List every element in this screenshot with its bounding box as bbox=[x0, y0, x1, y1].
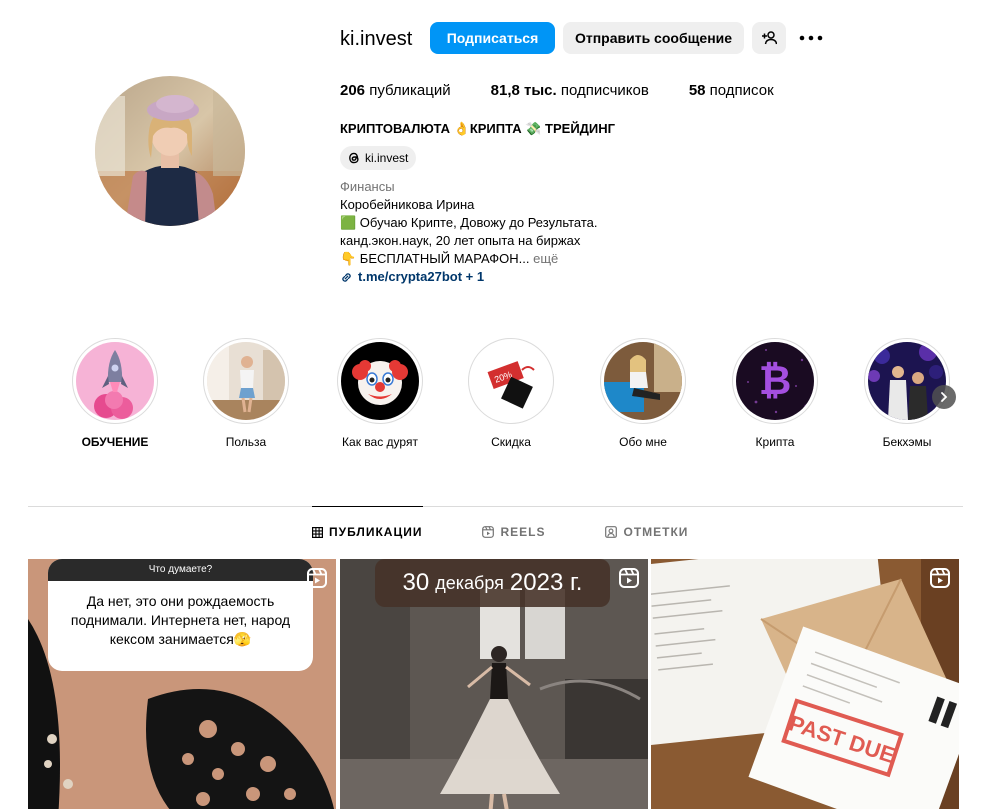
highlight-item[interactable]: Обо мне bbox=[600, 338, 686, 449]
highlight-cover: ₿ bbox=[732, 338, 818, 424]
question-sticker-answer: Да нет, это они рождаемость поднимали. И… bbox=[70, 593, 291, 647]
add-person-icon bbox=[762, 31, 777, 45]
profile-stats: 206 публикаций 81,8 тыс. подписчиков 58 … bbox=[340, 82, 814, 99]
highlight-item[interactable]: 20% Скидка bbox=[468, 338, 554, 449]
highlight-label: Бекхэмы bbox=[882, 435, 932, 449]
highlight-label: Скидка bbox=[491, 435, 531, 449]
highlight-cover bbox=[600, 338, 686, 424]
grid-icon bbox=[312, 526, 323, 538]
highlight-cover bbox=[337, 338, 423, 424]
bio-title: КРИПТОВАЛЮТА 👌КРИПТА 💸 ТРЕЙДИНГ bbox=[340, 121, 616, 136]
chevron-right-icon bbox=[941, 392, 948, 402]
more-options-button[interactable] bbox=[797, 26, 825, 50]
followers-count[interactable]: 81,8 тыс. подписчиков bbox=[491, 82, 649, 99]
post-3-image: PAST DUE bbox=[651, 559, 959, 809]
more-dots-icon bbox=[799, 35, 823, 41]
date-year: 2023 г. bbox=[509, 569, 583, 596]
question-sticker: Что думаете? Да нет, это они рождаемость… bbox=[48, 559, 313, 671]
tab-reels-label: REELS bbox=[500, 525, 546, 539]
bio-name: Коробейникова Ирина bbox=[340, 197, 475, 212]
bio-category: Финансы bbox=[340, 179, 395, 194]
highlight-label: Крипта bbox=[755, 435, 795, 449]
following-count[interactable]: 58 подписок bbox=[689, 82, 774, 99]
bio-link-text: t.me/crypta27bot bbox=[358, 269, 463, 284]
posts-count: 206 публикаций bbox=[340, 82, 451, 99]
woman-yoga-icon bbox=[207, 342, 285, 420]
threads-icon bbox=[349, 152, 359, 164]
highlight-label: Как вас дурят bbox=[342, 435, 418, 449]
highlight-label: Польза bbox=[225, 435, 267, 449]
bio-line-3-text: 👇 БЕСПЛАТНЫЙ МАРАФОН... bbox=[340, 251, 530, 266]
highlight-item[interactable]: Как вас дурят bbox=[337, 338, 423, 449]
woman-sofa-icon bbox=[604, 342, 682, 420]
posts-count-label: публикаций bbox=[369, 82, 451, 99]
sale-tags-icon: 20% bbox=[472, 342, 550, 420]
date-month: декабря bbox=[435, 572, 504, 593]
svg-text:₿: ₿ bbox=[759, 359, 792, 403]
tab-tagged[interactable]: ОТМЕТКИ bbox=[605, 525, 688, 539]
threads-badge[interactable]: ki.invest bbox=[340, 146, 417, 170]
highlight-cover: 20% bbox=[468, 338, 554, 424]
threads-handle: ki.invest bbox=[365, 151, 409, 165]
date-day: 30 bbox=[402, 569, 430, 596]
reel-badge-icon bbox=[618, 567, 640, 589]
link-icon bbox=[342, 272, 351, 282]
tabs-divider bbox=[28, 506, 963, 507]
bio-line-2: канд.экон.наук, 20 лет опыта на биржах bbox=[340, 233, 581, 248]
follow-button[interactable]: Подписаться bbox=[430, 22, 555, 54]
send-message-button[interactable]: Отправить сообщение bbox=[563, 22, 744, 54]
reel-badge-icon bbox=[929, 567, 951, 589]
followers-count-label: подписчиков bbox=[560, 82, 649, 99]
question-sticker-title: Что думаете? bbox=[48, 559, 313, 581]
highlight-cover bbox=[864, 338, 950, 424]
profile-username: ki.invest bbox=[340, 28, 413, 50]
following-count-value: 58 bbox=[688, 82, 706, 99]
highlight-item[interactable]: ₿ Крипта bbox=[732, 338, 818, 449]
bio-more-link[interactable]: ещё bbox=[533, 251, 558, 266]
bio-link-extra: + 1 bbox=[465, 269, 485, 284]
highlight-cover bbox=[203, 338, 289, 424]
post-thumbnail[interactable]: Что думаете? Да нет, это они рождаемость… bbox=[28, 559, 336, 809]
bio-line-3: 👇 БЕСПЛАТНЫЙ МАРАФОН... ещё bbox=[340, 250, 660, 268]
highlight-label: ОБУЧЕНИЕ bbox=[81, 435, 149, 449]
reel-badge-icon bbox=[306, 567, 328, 589]
profile-avatar[interactable] bbox=[95, 76, 245, 226]
date-sticker: 30 декабря 2023 г. bbox=[375, 559, 610, 607]
tagged-icon bbox=[605, 526, 618, 538]
clown-face-icon bbox=[341, 342, 419, 420]
post-thumbnail[interactable]: 30 декабря 2023 г. bbox=[340, 559, 648, 809]
tab-posts[interactable]: ПУБЛИКАЦИИ bbox=[312, 525, 422, 539]
highlight-item[interactable]: ОБУЧЕНИЕ bbox=[72, 338, 158, 449]
posts-count-value: 206 bbox=[340, 82, 366, 99]
highlight-cover bbox=[72, 338, 158, 424]
party-couple-icon bbox=[868, 342, 946, 420]
tab-tagged-label: ОТМЕТКИ bbox=[623, 525, 689, 539]
highlight-label: Обо мне bbox=[619, 435, 667, 449]
followers-count-value: 81,8 тыс. bbox=[490, 82, 557, 99]
bio-line-1: 🟩 Обучаю Крипте, Довожу до Результата. bbox=[340, 215, 598, 230]
suggested-accounts-button[interactable] bbox=[752, 22, 786, 54]
active-tab-indicator bbox=[312, 506, 423, 507]
reels-icon bbox=[482, 526, 495, 538]
tab-reels[interactable]: REELS bbox=[482, 525, 545, 539]
highlights-next-button[interactable] bbox=[932, 385, 956, 409]
bio-external-link[interactable]: t.me/crypta27bot + 1 bbox=[340, 268, 660, 286]
post-thumbnail[interactable]: PAST DUE bbox=[651, 559, 959, 809]
tab-posts-label: ПУБЛИКАЦИИ bbox=[329, 525, 423, 539]
story-highlights: ОБУЧЕНИЕ Польза Как вас дурят 20% Скидка… bbox=[72, 338, 962, 458]
profile-tabs: ПУБЛИКАЦИИ REELS ОТМЕТКИ bbox=[312, 525, 748, 539]
bitcoin-icon: ₿ bbox=[736, 342, 814, 420]
following-count-label: подписок bbox=[709, 82, 774, 99]
profile-bio: КРИПТОВАЛЮТА 👌КРИПТА 💸 ТРЕЙДИНГ ki.inves… bbox=[340, 120, 660, 286]
highlight-item[interactable]: Польза bbox=[203, 338, 289, 449]
rocket-icon bbox=[76, 342, 154, 420]
